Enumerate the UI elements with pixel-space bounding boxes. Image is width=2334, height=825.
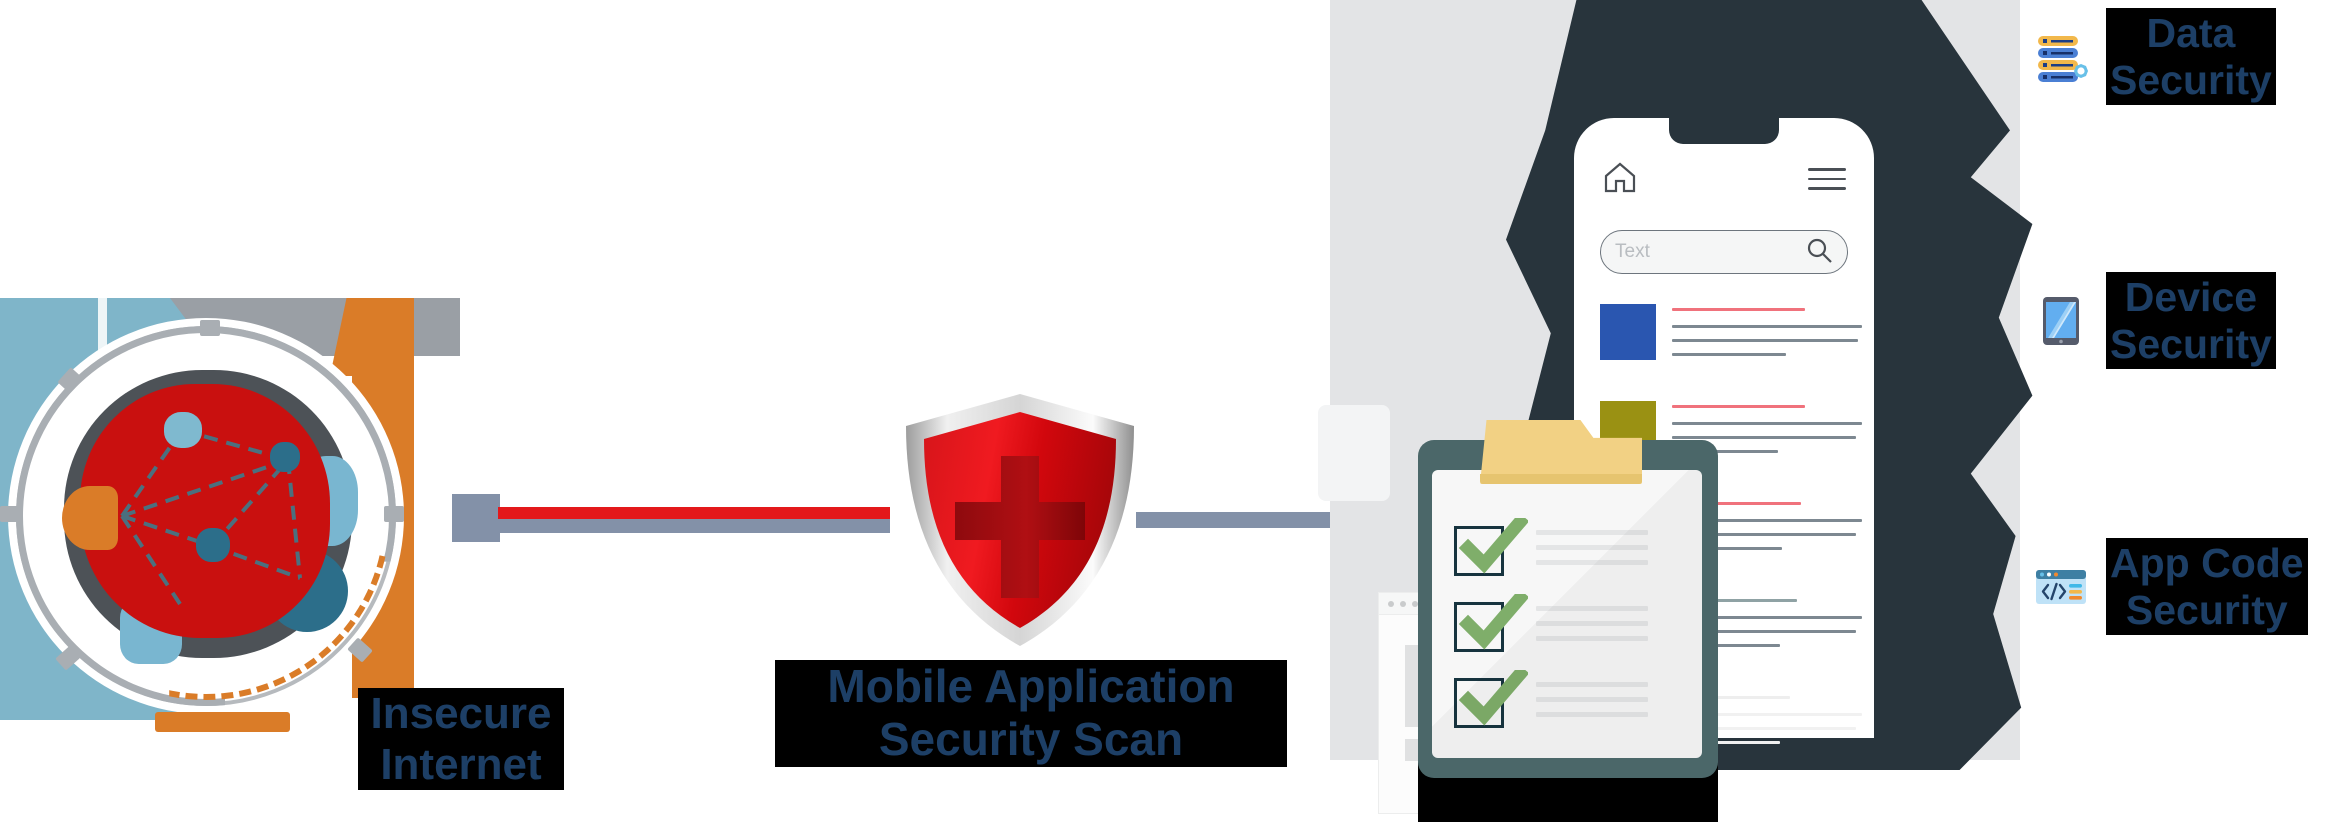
list-item-text-lines <box>1672 304 1862 367</box>
code-window-icon <box>2030 556 2092 618</box>
search-input[interactable]: Text <box>1600 230 1848 274</box>
sidebar-item-app-code-security[interactable]: App Code Security <box>2030 538 2308 636</box>
globe-node-right <box>270 442 300 472</box>
security-shield-group <box>900 390 1140 650</box>
home-icon[interactable] <box>1602 160 1638 199</box>
globe-node-center <box>196 528 230 562</box>
insecure-internet-globe-icon <box>62 368 358 664</box>
sidebar-item-label: Device Security <box>2106 272 2276 370</box>
globe-network-mesh-icon <box>120 428 302 606</box>
hamburger-menu-icon[interactable] <box>1808 168 1846 197</box>
clipboard-clip-lip <box>1480 474 1642 484</box>
clipboard-paper-sheen <box>1432 470 1702 758</box>
list-item[interactable] <box>1600 304 1862 367</box>
backdrop-accent-block-left <box>1318 405 1390 501</box>
red-shield-with-cross-icon <box>906 394 1134 646</box>
wireframe-dot <box>1388 601 1394 607</box>
ring-tick-left <box>0 506 20 522</box>
sidebar-item-device-security[interactable]: Device Security <box>2030 272 2276 370</box>
sidebar-item-label: Data Security <box>2106 8 2276 106</box>
orange-base-bar <box>155 712 290 732</box>
wireframe-dot <box>1400 601 1406 607</box>
globe-node-top <box>164 412 202 448</box>
diagram-canvas: Text Data Security Device Security App C… <box>0 0 2334 825</box>
search-placeholder: Text <box>1615 241 1650 262</box>
list-item-thumbnail <box>1600 304 1656 360</box>
ring-tick-right <box>384 506 404 522</box>
connector-endpoint-square <box>452 494 500 542</box>
sidebar-item-data-security[interactable]: Data Security <box>2030 8 2276 106</box>
tablet-device-icon <box>2030 290 2092 352</box>
sidebar-item-label: App Code Security <box>2106 538 2308 636</box>
database-server-gear-icon <box>2030 26 2092 88</box>
mobile-application-security-scan-caption: Mobile Application Security Scan <box>775 660 1287 767</box>
insecure-internet-caption: Insecure Internet <box>358 688 564 791</box>
mobile-app-checklist <box>1418 420 1718 778</box>
globe-to-shield-connector-gray <box>498 519 890 533</box>
phone-notch <box>1669 118 1779 144</box>
ring-tick-top <box>200 320 220 336</box>
phone-app-header <box>1574 156 1874 204</box>
search-icon[interactable] <box>1805 236 1833 269</box>
